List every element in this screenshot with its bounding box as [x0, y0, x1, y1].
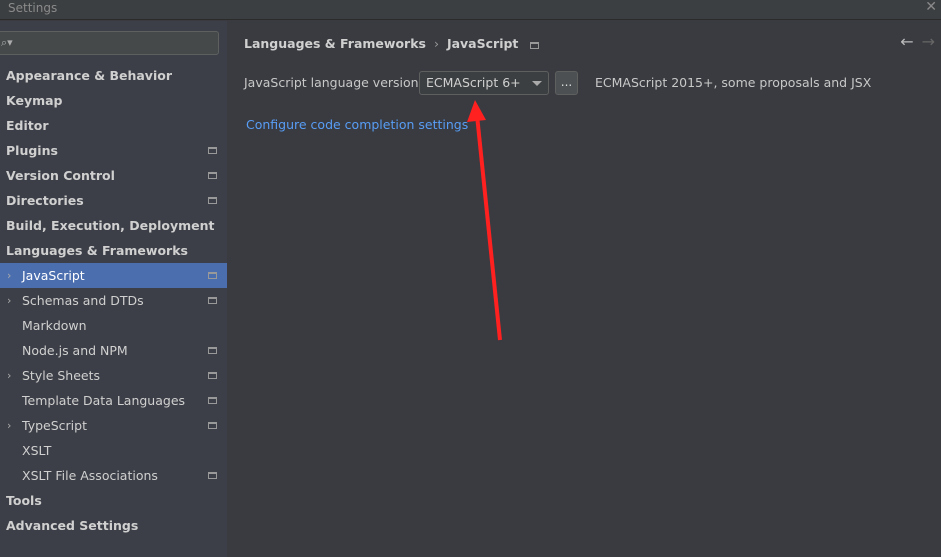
annotation-arrow	[467, 100, 502, 341]
arrow-head	[467, 100, 486, 122]
arrow-shaft	[475, 114, 502, 341]
